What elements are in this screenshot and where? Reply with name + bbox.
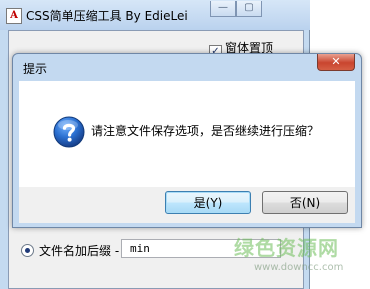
app-icon: A xyxy=(6,8,22,24)
suffix-option[interactable]: 文件名加后缀 - xyxy=(21,242,119,259)
dialog-button-bar: 是(Y) 否(N) xyxy=(19,187,355,223)
minimize-button[interactable]: — xyxy=(210,1,236,17)
dialog-body: 请注意文件保存选项，是否继续进行压缩？ xyxy=(19,81,355,187)
message-dialog: 提示 ✕ 请注意文件保存选项，是否继续进行压缩？ 是(Y) 否(N) xyxy=(12,53,362,228)
dialog-message: 请注意文件保存选项，是否继续进行压缩？ xyxy=(91,124,320,138)
maximize-button[interactable]: ▢ xyxy=(236,1,262,17)
main-window-title: CSS简单压缩工具 By EdieLei xyxy=(26,9,188,23)
suffix-radio[interactable] xyxy=(21,244,34,257)
main-titlebar[interactable]: A CSS简单压缩工具 By EdieLei — ▢ xyxy=(0,0,310,30)
yes-button[interactable]: 是(Y) xyxy=(165,191,251,214)
no-button[interactable]: 否(N) xyxy=(262,191,348,214)
dialog-title: 提示 xyxy=(23,62,48,76)
question-icon xyxy=(53,116,85,148)
watermark-brand: 绿色资源网 xyxy=(234,236,339,260)
screen: A CSS简单压缩工具 By EdieLei — ▢ ✓ 窗体置顶 文件名加后缀 … xyxy=(0,0,370,289)
suffix-label: 文件名加后缀 - xyxy=(39,244,120,258)
dialog-close-button[interactable]: ✕ xyxy=(317,54,355,71)
watermark-url: www.downcc.com xyxy=(254,262,344,273)
